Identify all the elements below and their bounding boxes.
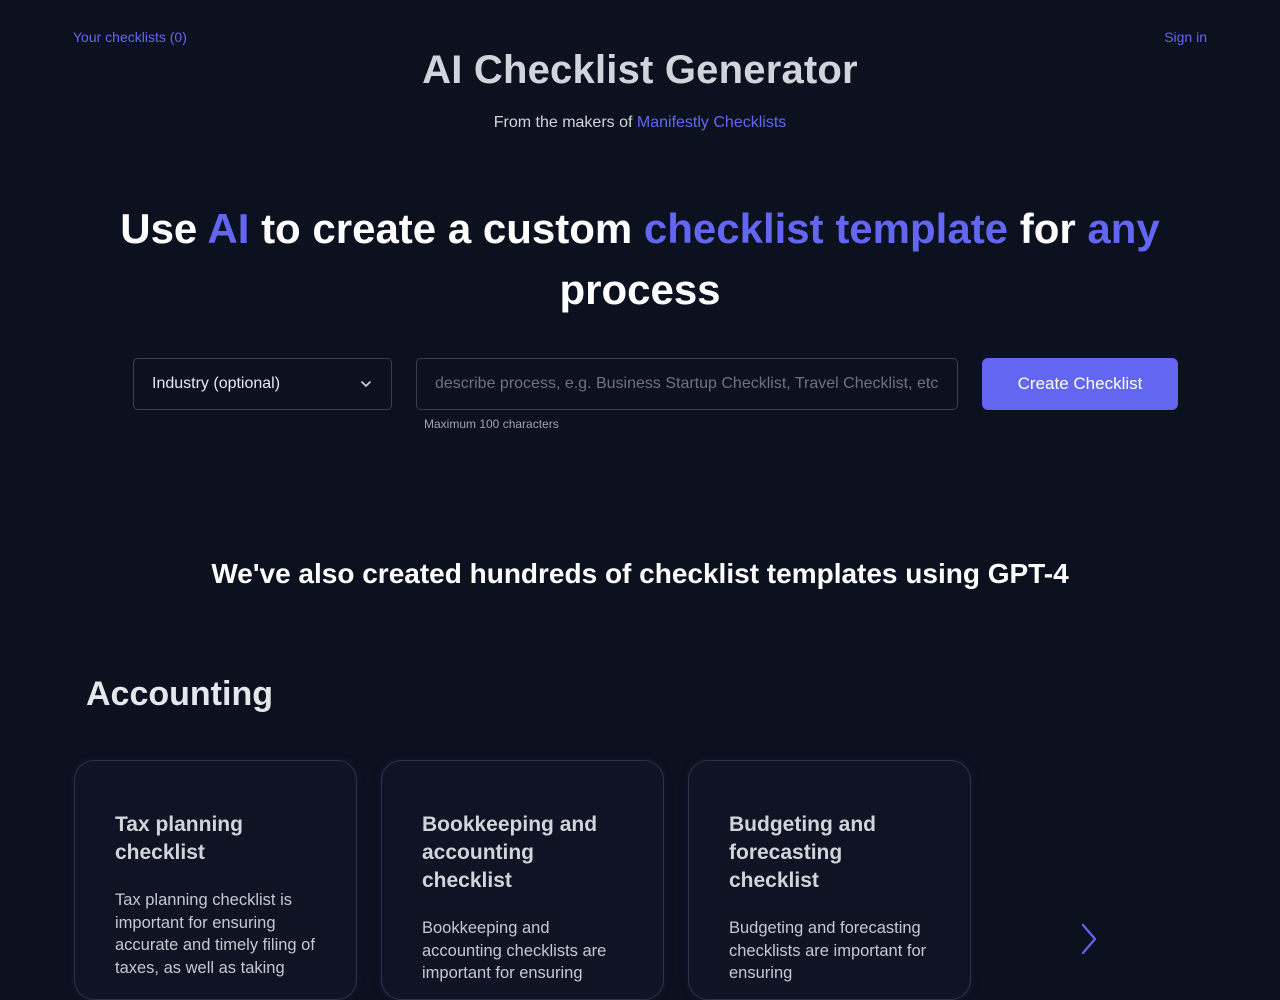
hero-accent-checklist-template: checklist template	[643, 205, 1009, 252]
category-title: Accounting	[86, 675, 273, 713]
card-title: Budgeting and forecasting checklist	[729, 813, 876, 892]
card-description: Bookkeeping and accounting checklists ar…	[422, 919, 607, 982]
hero-text: to create a custom	[249, 205, 644, 252]
chevron-right-icon[interactable]	[1078, 922, 1100, 956]
process-input[interactable]	[416, 358, 958, 410]
hero-text: Use	[120, 205, 208, 252]
industry-select-value: Industry (optional)	[152, 375, 281, 392]
hero-accent-any: any	[1087, 205, 1160, 252]
helper-text: Maximum 100 characters	[424, 417, 559, 431]
hero-heading: Use AI to create a custom checklist temp…	[100, 198, 1180, 320]
industry-select[interactable]: Industry (optional)	[133, 358, 392, 410]
templates-section-title: We've also created hundreds of checklist…	[211, 558, 1069, 589]
manifestly-link[interactable]: Manifestly Checklists	[637, 114, 786, 131]
card-title: Bookkeeping and accounting checklist	[422, 813, 598, 892]
card-description: Budgeting and forecasting checklists are…	[729, 919, 927, 982]
your-checklists-link[interactable]: Your checklists (0)	[73, 29, 187, 45]
card-title: Tax planning checklist	[115, 813, 243, 864]
template-card[interactable]: Budgeting and forecasting checklist Budg…	[688, 760, 971, 1000]
hero-text: for	[1008, 205, 1088, 252]
chevron-down-icon	[361, 381, 371, 387]
template-card[interactable]: Tax planning checklist Tax planning chec…	[74, 760, 357, 1000]
hero-text: process	[559, 266, 721, 313]
hero-accent-ai: AI	[207, 205, 250, 252]
card-description: Tax planning checklist is important for …	[115, 891, 315, 977]
create-checklist-button[interactable]: Create Checklist	[982, 358, 1178, 410]
sign-in-link[interactable]: Sign in	[1164, 29, 1207, 45]
template-card[interactable]: Bookkeeping and accounting checklist Boo…	[381, 760, 664, 1000]
subtitle: From the makers of Manifestly Checklists	[0, 114, 1280, 132]
app-title: AI Checklist Generator	[422, 48, 858, 92]
subtitle-prefix: From the makers of	[493, 114, 637, 131]
